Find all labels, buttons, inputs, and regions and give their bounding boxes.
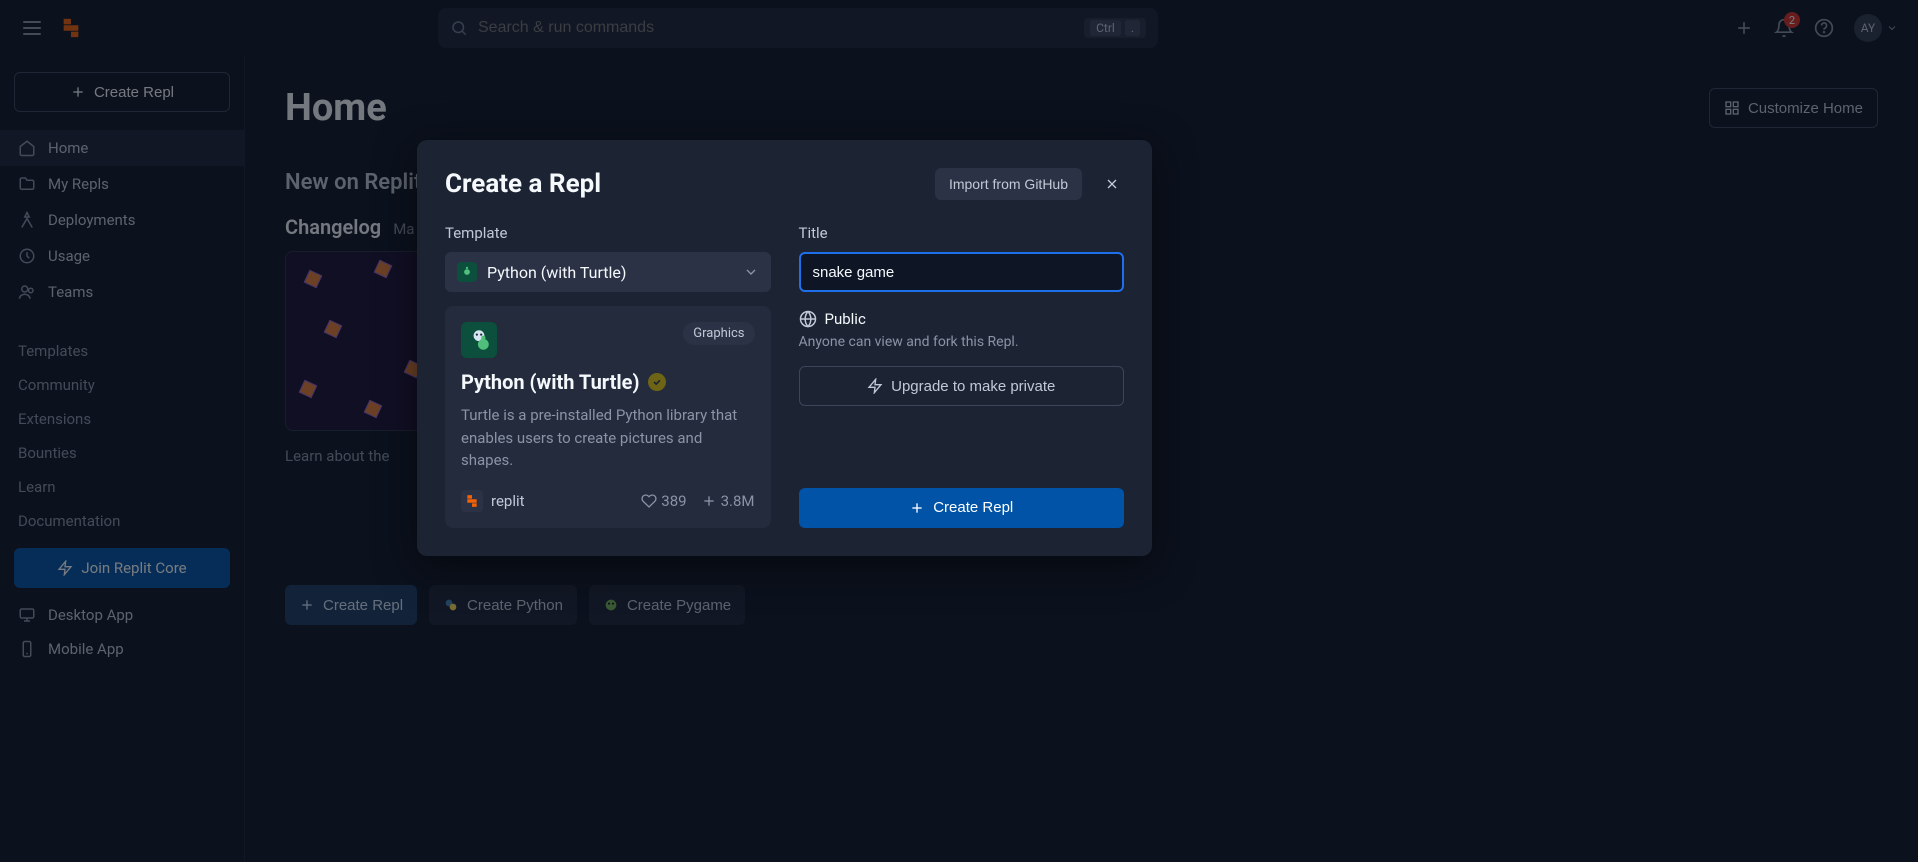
template-card: Graphics Python (with Turtle) Turtle is …: [445, 306, 771, 528]
python-turtle-icon: [457, 262, 477, 282]
plus-icon: [909, 500, 925, 516]
template-tag: Graphics: [683, 322, 754, 345]
create-repl-modal: Create a Repl Import from GitHub Templat…: [417, 140, 1152, 556]
create-repl-submit-label: Create Repl: [933, 499, 1013, 516]
title-label: Title: [799, 224, 1125, 242]
verified-icon: [648, 373, 666, 391]
title-input[interactable]: [799, 252, 1125, 292]
upgrade-button[interactable]: Upgrade to make private: [799, 366, 1125, 406]
import-github-button[interactable]: Import from GitHub: [935, 168, 1082, 200]
heart-icon: [641, 493, 657, 509]
chevron-down-icon: [743, 264, 759, 280]
close-icon[interactable]: [1100, 172, 1124, 196]
visibility-value: Public: [825, 310, 866, 328]
likes-stat: 389: [641, 492, 686, 510]
template-name: Python (with Turtle): [461, 370, 640, 394]
template-author[interactable]: replit: [461, 490, 525, 512]
visibility-note: Anyone can view and fork this Repl.: [799, 334, 1125, 350]
template-author-name: replit: [491, 492, 525, 510]
visibility-row: Public: [799, 310, 1125, 328]
upgrade-label: Upgrade to make private: [891, 378, 1055, 395]
modal-title: Create a Repl: [445, 169, 601, 199]
globe-icon: [799, 310, 817, 328]
template-select[interactable]: Python (with Turtle): [445, 252, 771, 292]
lightning-icon: [867, 378, 883, 394]
template-selected: Python (with Turtle): [487, 263, 626, 282]
template-label: Template: [445, 224, 771, 242]
python-turtle-icon: [461, 322, 497, 358]
plus-icon: [701, 493, 717, 509]
replit-logo-icon: [461, 490, 483, 512]
forks-stat: 3.8M: [701, 492, 755, 510]
template-desc: Turtle is a pre-installed Python library…: [461, 404, 755, 472]
create-repl-submit[interactable]: Create Repl: [799, 488, 1125, 528]
